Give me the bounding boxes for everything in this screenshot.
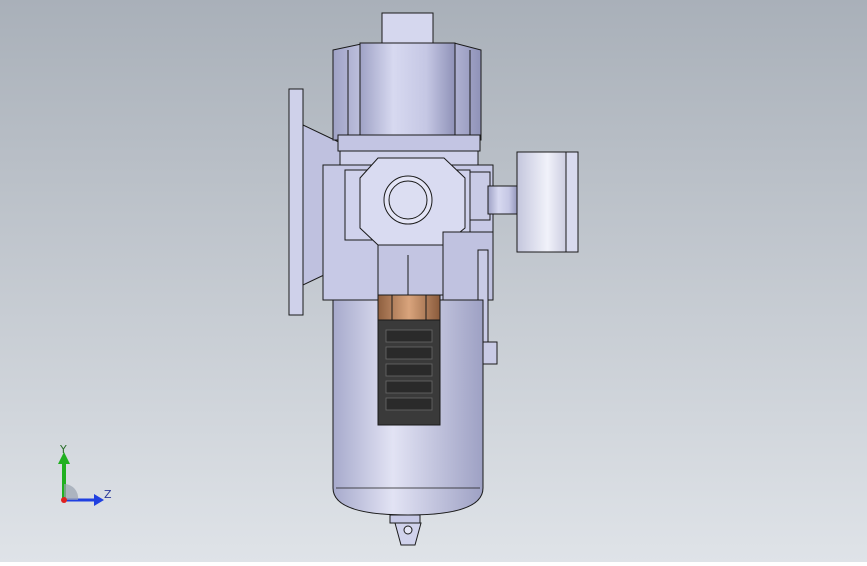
pressure-gauge-bezel xyxy=(565,151,579,253)
gauge-adapter xyxy=(469,171,491,221)
lower-body-block xyxy=(377,244,445,296)
drain-lever-tab[interactable] xyxy=(481,341,498,365)
adjustment-knob-cap[interactable] xyxy=(381,12,434,46)
x-axis-point xyxy=(61,497,67,503)
y-axis-label: Y xyxy=(59,443,67,456)
cad-viewport[interactable]: Y Z xyxy=(0,0,867,562)
bonnet-body xyxy=(359,42,456,141)
bowl-drain-nut xyxy=(389,514,421,524)
z-axis-arrowhead xyxy=(94,494,104,506)
inlet-port[interactable] xyxy=(388,180,428,220)
filter-element-slots xyxy=(385,329,433,411)
view-orientation-triad: Y Z xyxy=(58,443,112,506)
mounting-bracket-plate[interactable] xyxy=(288,88,304,316)
drain-hole xyxy=(403,525,413,535)
bonnet-collar xyxy=(337,134,481,152)
model-canvas[interactable] xyxy=(0,0,867,562)
brass-hex-fitting[interactable] xyxy=(377,294,441,321)
gauge-stem xyxy=(487,185,519,215)
triad-plane xyxy=(64,483,79,500)
z-axis-label: Z xyxy=(104,488,112,501)
